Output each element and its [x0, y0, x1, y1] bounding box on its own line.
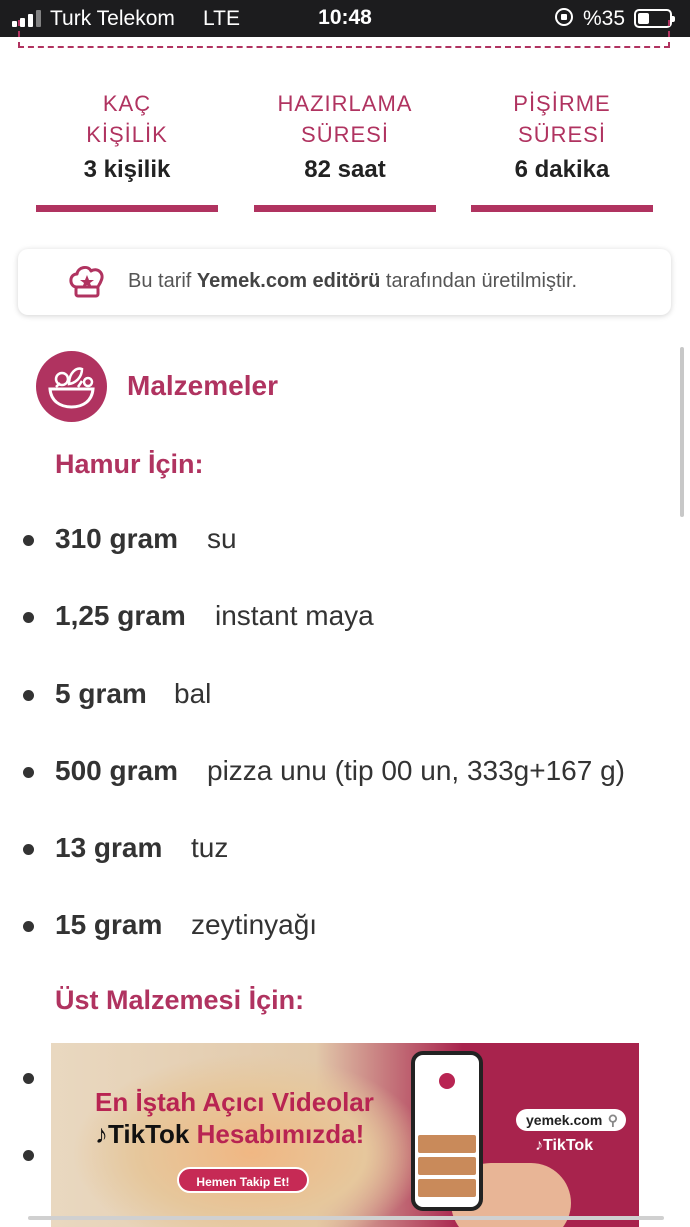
tiktok-icon: ♪: [535, 1137, 543, 1154]
chef-hat-icon: [69, 265, 104, 298]
ingredient-qty: 15 gram: [55, 909, 163, 940]
site-pill: yemek.com ⚲: [516, 1109, 626, 1131]
ingredients-title: Malzemeler: [127, 370, 278, 401]
home-indicator: [28, 1216, 664, 1220]
bullet: [23, 1073, 34, 1084]
bullet: [23, 844, 34, 855]
tiktok-icon: ♪: [95, 1119, 108, 1149]
stat-value: 6 dakika: [514, 156, 610, 183]
stat-label: PİŞİRME SÜRESİ: [513, 91, 611, 147]
bullet: [23, 535, 34, 546]
stat-underline: [254, 205, 436, 212]
ingredient-name: pizza unu (tip 00 un, 333g+167 g): [207, 755, 625, 786]
ingredient-qty: 13 gram: [55, 832, 163, 863]
search-icon: ⚲: [607, 1112, 618, 1128]
stat-cook-time: PİŞİRME SÜRESİ 6 dakika: [471, 88, 653, 212]
yemek-logo: [439, 1073, 455, 1089]
section-heading-topping: Üst Malzemesi İçin:: [55, 985, 305, 1015]
phone-mockup: [411, 1051, 483, 1211]
tiktok-ad-banner[interactable]: En İştah Açıcı Videolar ♪TikTok Hesabımı…: [51, 1043, 639, 1227]
ad-subheadline: ♪TikTok Hesabımızda!: [95, 1119, 365, 1149]
tiktok-brand: ♪TikTok: [535, 1137, 594, 1154]
editor-notice: Bu tarif Yemek.com editörü tarafından ür…: [18, 249, 671, 315]
dashed-box-bottom: [18, 20, 670, 48]
salad-bowl-icon: [36, 351, 107, 422]
bullet: [23, 1150, 34, 1161]
ingredient-qty: 1,25 gram: [55, 600, 186, 631]
ingredient-name: su: [207, 523, 237, 554]
ingredient-name: tuz: [191, 832, 229, 863]
notice-text: Bu tarif Yemek.com editörü tarafından ür…: [128, 270, 578, 292]
bullet: [23, 690, 34, 701]
stat-underline: [471, 205, 653, 212]
stat-value: 3 kişilik: [83, 156, 171, 183]
follow-button[interactable]: Hemen Takip Et!: [177, 1167, 309, 1193]
ad-headline: En İştah Açıcı Videolar: [95, 1087, 374, 1117]
stat-underline: [36, 205, 218, 212]
stat-label: HAZIRLAMA SÜRESİ: [277, 91, 413, 147]
bullet: [23, 612, 34, 623]
ingredient-name: zeytinyağı: [191, 909, 318, 940]
bullet: [23, 767, 34, 778]
bullet: [23, 921, 34, 932]
stat-servings: KAÇ KİŞİLİK 3 kişilik: [36, 88, 218, 212]
stat-value: 82 saat: [304, 156, 386, 183]
ingredient-qty: 5 gram: [55, 678, 147, 709]
scrollbar[interactable]: [680, 347, 684, 517]
ingredient-qty: 500 gram: [55, 755, 178, 786]
stat-label: KAÇ KİŞİLİK: [86, 91, 168, 147]
ingredient-name: bal: [174, 678, 212, 709]
ingredient-name: instant maya: [215, 600, 374, 631]
section-heading-dough: Hamur İçin:: [55, 449, 204, 479]
stat-prep-time: HAZIRLAMA SÜRESİ 82 saat: [254, 88, 436, 212]
ingredient-qty: 310 gram: [55, 523, 178, 554]
